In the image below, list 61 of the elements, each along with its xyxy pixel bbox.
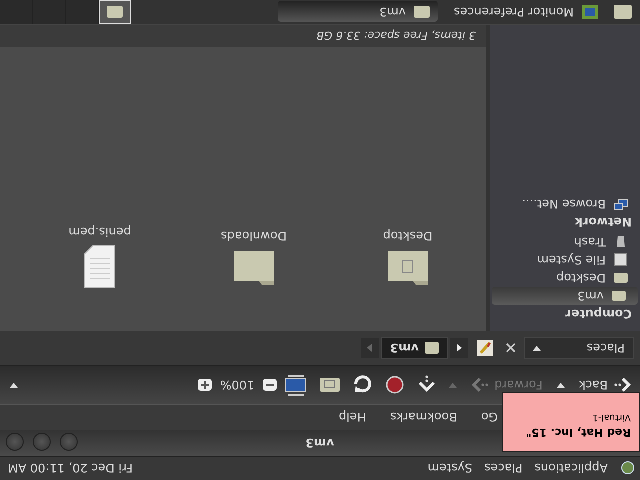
caret-icon[interactable] [556, 382, 565, 388]
foot-logo-icon [620, 460, 636, 476]
back-button[interactable]: Back [576, 375, 634, 395]
sidebar-heading: Computer [564, 306, 633, 323]
sidebar-item[interactable]: vm3 [492, 287, 638, 305]
back-arrow-icon [614, 377, 632, 393]
workspace-switcher-cell[interactable] [66, 0, 99, 24]
network-icon [614, 197, 628, 211]
home-icon[interactable] [318, 376, 341, 394]
monitor-icon [582, 5, 598, 19]
reload-icon[interactable] [352, 375, 373, 395]
trash-icon [614, 235, 628, 249]
zoom-level: 100% [220, 378, 255, 392]
file-item[interactable]: Downloads [214, 229, 294, 289]
file-name: penis.pem [68, 225, 132, 239]
taskbar-button[interactable]: vm3 [278, 2, 438, 22]
overflow-caret-icon[interactable] [10, 382, 18, 388]
window-thumbnail-icon [107, 6, 123, 18]
panel-menu[interactable]: Applications [534, 462, 608, 476]
popup-title: Red Hat, Inc. 15" [524, 426, 631, 439]
folder-icon [414, 5, 430, 19]
close-icon[interactable] [506, 343, 516, 353]
file-item[interactable]: Desktop [368, 229, 448, 289]
folder-icon [425, 342, 439, 354]
file-name: Desktop [383, 229, 433, 243]
file-name: Downloads [221, 229, 287, 243]
scroll-right-icon[interactable] [361, 338, 380, 358]
up-icon[interactable] [416, 375, 437, 395]
status-text: 3 items, Free space: 33.6 GB [316, 30, 476, 42]
window-title: vm3 [306, 436, 334, 450]
sidebar-item[interactable]: File System [490, 251, 640, 269]
menu-item[interactable]: Bookmarks [390, 410, 458, 424]
sidebar-item[interactable]: Trash [490, 233, 640, 251]
drive-icon [614, 253, 628, 267]
path-button[interactable]: vm3 [381, 337, 448, 359]
sidebar-item[interactable]: Browse Net.... [490, 195, 640, 213]
sidebar-heading: Network [574, 214, 633, 231]
show-desktop-icon[interactable] [614, 4, 632, 20]
zoom-out-icon[interactable] [262, 379, 277, 391]
zoom-in-icon[interactable] [198, 379, 212, 391]
computer-icon[interactable] [284, 374, 307, 396]
document-icon [82, 245, 118, 289]
file-item[interactable]: penis.pem [60, 225, 140, 289]
workspace-switcher-cell[interactable] [33, 0, 66, 24]
places-dropdown[interactable]: Places [524, 337, 634, 359]
popup-subtitle: Virtual-1 [592, 412, 631, 422]
taskbar-button[interactable]: Monitor Preferences [446, 2, 606, 22]
folder-icon [612, 289, 626, 303]
workspace-switcher-cell[interactable] [0, 0, 33, 24]
caret-icon [533, 345, 541, 351]
stop-icon[interactable] [384, 375, 405, 395]
clock[interactable]: Fri Dec 20, 11:00 AM [8, 462, 134, 476]
panel-menu[interactable]: Places [484, 462, 523, 476]
menu-item[interactable]: Go [481, 410, 498, 424]
sidebar-item[interactable]: Desktop [490, 269, 640, 287]
menu-item[interactable]: Help [338, 410, 366, 424]
forward-arrow-icon [470, 377, 489, 393]
panel-menu[interactable]: System [428, 462, 473, 476]
edit-location-icon[interactable] [476, 339, 494, 357]
scroll-left-icon[interactable] [450, 338, 468, 358]
desktop-icon [614, 271, 628, 285]
